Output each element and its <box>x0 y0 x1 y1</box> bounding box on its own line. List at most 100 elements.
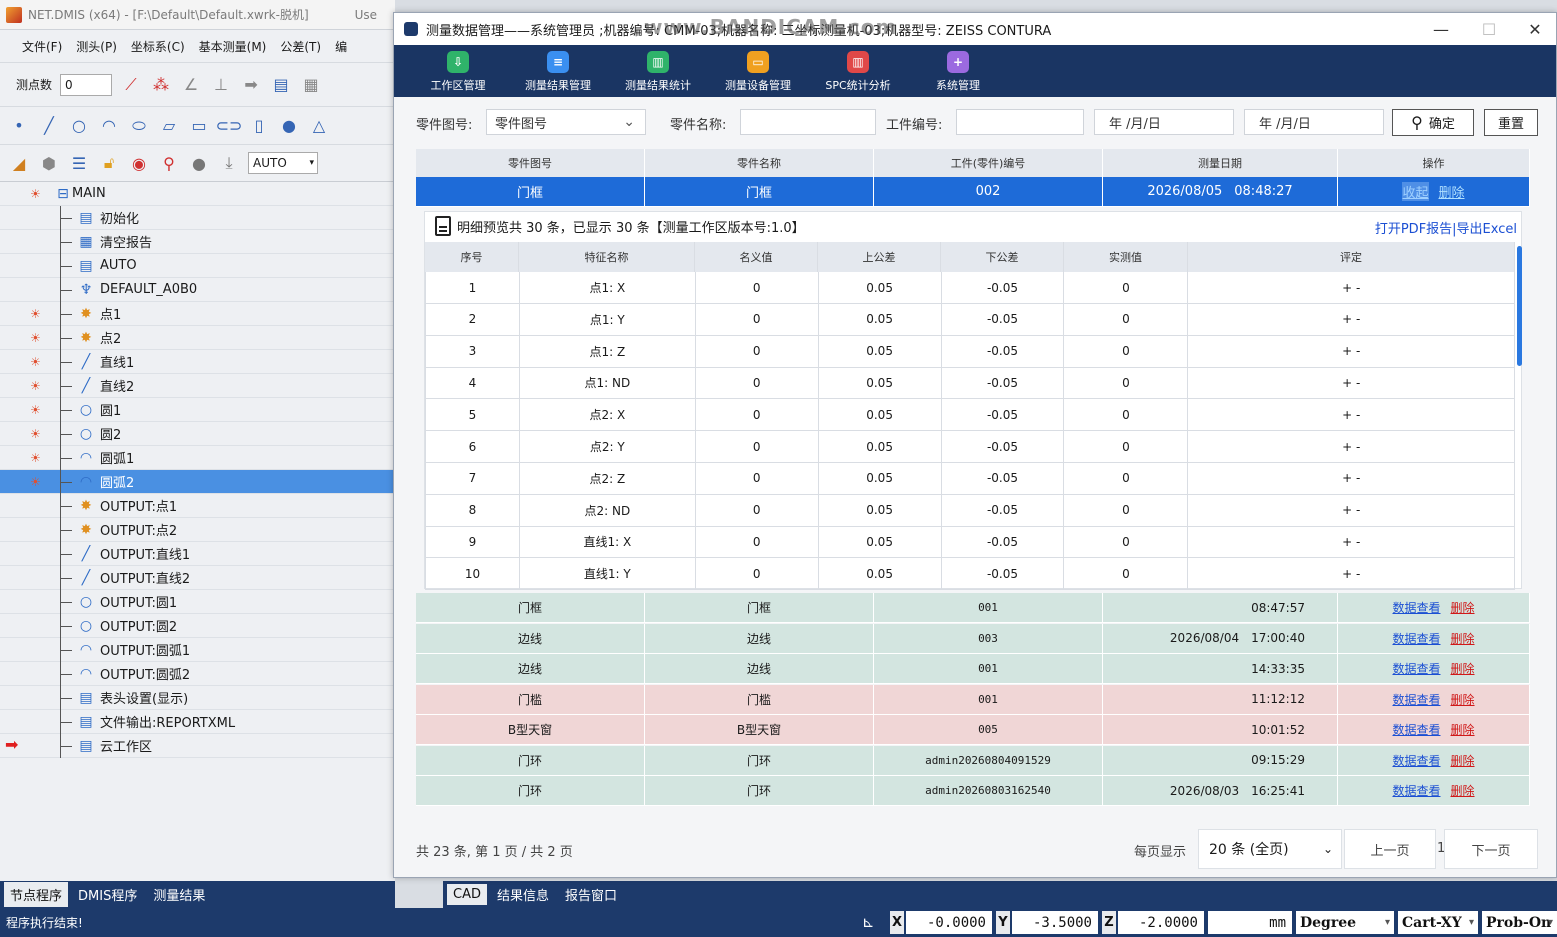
tree-item[interactable]: ☀ ✸ 点1 <box>0 302 393 326</box>
tab-cad[interactable]: CAD <box>447 884 487 905</box>
list-icon[interactable]: ☰ <box>68 152 90 174</box>
delete-link[interactable]: 删除 <box>1451 721 1475 738</box>
lock-icon[interactable]: 🔓︎ <box>98 152 120 174</box>
next-page-button[interactable]: 下一页 <box>1444 829 1538 869</box>
tree-item[interactable]: ╱ OUTPUT:直线2 <box>0 566 393 590</box>
toolbar-button[interactable]: ⇩ 工作区管理 <box>408 45 508 97</box>
tree-item[interactable]: ✸ OUTPUT:点2 <box>0 518 393 542</box>
collapse-link[interactable]: 收起 <box>1402 182 1429 201</box>
tree-item[interactable]: ☀ ⊟ MAIN <box>0 182 393 206</box>
menu-edit[interactable]: 编 <box>335 38 347 55</box>
move-icon[interactable]: ➡ <box>240 74 262 96</box>
detail-scrollbar[interactable] <box>1517 246 1522 366</box>
table-row-selected[interactable]: 门框 门框 002 2026/08/05 08:48:27 收起 删除 <box>416 177 1530 207</box>
table-row[interactable]: 门槛 门槛 001 11:12:12 数据查看 删除 <box>416 684 1530 715</box>
sphere-feature-icon[interactable]: ● <box>278 115 300 137</box>
tree-item[interactable]: ▤ 云工作区 <box>0 734 393 758</box>
tree-item[interactable]: ☀ ╱ 直线2 <box>0 374 393 398</box>
work-no-input[interactable] <box>956 109 1084 135</box>
tree-item[interactable]: ▤ 文件输出:REPORTXML <box>0 710 393 734</box>
date-from-input[interactable]: 年 /月/日 <box>1094 109 1234 135</box>
xyz-icon[interactable]: ▤ <box>270 74 292 96</box>
detail-links[interactable]: 打开PDF报告|导出Excel <box>1375 218 1517 237</box>
detail-row[interactable]: 3 点1: Z 0 0.05 -0.05 0 + - <box>425 335 1516 368</box>
bulb-icon[interactable]: ☀ <box>30 331 44 345</box>
table-row[interactable]: 门环 门环 admin20260803162540 2026/08/03 16:25:4… <box>416 776 1530 806</box>
view-data-link[interactable]: 数据查看 <box>1392 660 1440 677</box>
slot-feature-icon[interactable]: ⊂⊃ <box>216 115 243 137</box>
tree-item[interactable]: ○ OUTPUT:圆1 <box>0 590 393 614</box>
detail-row[interactable]: 4 点1: ND 0 0.05 -0.05 0 + - <box>425 367 1516 400</box>
table-row[interactable]: 边线 边线 003 2026/08/04 17:00:40 数据查看 删除 <box>416 623 1530 654</box>
tree-item[interactable]: ☀ ◠ 圆弧2 <box>0 470 393 494</box>
tree-item[interactable]: ☀ ╱ 直线1 <box>0 350 393 374</box>
bulb-icon[interactable]: ☀ <box>30 187 44 201</box>
detail-row[interactable]: 8 点2: ND 0 0.05 -0.05 0 + - <box>425 494 1516 527</box>
menu-tolerance[interactable]: 公差(T) <box>280 38 321 55</box>
view-data-link[interactable]: 数据查看 <box>1392 691 1440 708</box>
tree-item[interactable]: ▤ 表头设置(显示) <box>0 686 393 710</box>
down-arrow-icon[interactable]: ⤓ <box>218 152 240 174</box>
tree-item[interactable]: ▤ 初始化 <box>0 206 393 230</box>
tab-measure-result[interactable]: 测量结果 <box>147 882 211 907</box>
part-name-input[interactable] <box>740 109 876 135</box>
bulb-icon[interactable]: ☀ <box>30 355 44 369</box>
confirm-button[interactable]: ⚲ 确定 <box>1392 109 1474 136</box>
prev-page-button[interactable]: 上一页 <box>1344 829 1436 869</box>
probe-select[interactable]: Prob-On ▾ <box>1482 911 1557 934</box>
sphere-small-icon[interactable]: ● <box>188 152 210 174</box>
delete-link[interactable]: 删除 <box>1451 660 1475 677</box>
detail-row[interactable]: 2 点1: Y 0 0.05 -0.05 0 + - <box>425 303 1516 336</box>
bulb-icon[interactable]: ☀ <box>30 475 44 489</box>
tree-item[interactable]: ◠ OUTPUT:圆弧1 <box>0 638 393 662</box>
menu-file[interactable]: 文件(F) <box>22 38 62 55</box>
cylinder-feature-icon[interactable]: ▯ <box>248 115 270 137</box>
table-row[interactable]: 门框 门框 001 08:47:57 数据查看 删除 <box>416 593 1530 623</box>
delete-link[interactable]: 删除 <box>1451 599 1475 616</box>
point-count-input[interactable]: 0 <box>60 73 113 96</box>
point-feature-icon[interactable]: • <box>8 115 30 137</box>
menu-probe[interactable]: 测头(P) <box>76 38 117 55</box>
per-page-select[interactable]: 20 条 (全页) ⌄ <box>1198 829 1342 869</box>
date-to-input[interactable]: 年 /月/日 <box>1244 109 1384 135</box>
angle-icon[interactable]: ∠ <box>180 74 202 96</box>
rect-feature-icon[interactable]: ▭ <box>188 115 210 137</box>
delete-link[interactable]: 删除 <box>1439 182 1465 201</box>
maximize-icon[interactable]: ☐ <box>1466 13 1512 45</box>
detail-row[interactable]: 6 点2: Y 0 0.05 -0.05 0 + - <box>425 431 1516 463</box>
tab-dmis-program[interactable]: DMIS程序 <box>72 882 143 907</box>
delete-link[interactable]: 删除 <box>1451 630 1475 647</box>
report-icon[interactable]: ▦ <box>300 74 322 96</box>
menu-measure[interactable]: 基本测量(M) <box>199 38 267 55</box>
scatter-icon[interactable]: ⁂ <box>150 74 172 96</box>
bulb-icon[interactable]: ☀ <box>30 307 44 321</box>
angle-select[interactable]: Degree ▾ <box>1296 911 1394 934</box>
detail-row[interactable]: 1 点1: X 0 0.05 -0.05 0 + - <box>425 272 1516 304</box>
stop-icon[interactable]: ⬢ <box>38 152 60 174</box>
tree-item[interactable]: ☀ ○ 圆2 <box>0 422 393 446</box>
detail-row[interactable]: 7 点2: Z 0 0.05 -0.05 0 + - <box>425 462 1516 495</box>
brush-icon[interactable]: ⟋ <box>120 74 142 96</box>
pin-icon[interactable]: ⚲ <box>158 152 180 174</box>
coord-select[interactable]: Cart-XY ▾ <box>1398 911 1478 934</box>
close-icon[interactable]: ✕ <box>1512 13 1557 45</box>
arc-feature-icon[interactable]: ◠ <box>98 115 120 137</box>
minimize-icon[interactable]: — <box>1418 13 1464 45</box>
tree-item[interactable]: ▦ 清空报告 <box>0 230 393 254</box>
detail-row[interactable]: 5 点2: X 0 0.05 -0.05 0 + - <box>425 399 1516 432</box>
detail-row[interactable]: 10 直线1: Y 0 0.05 -0.05 0 + - <box>425 558 1516 591</box>
view-data-link[interactable]: 数据查看 <box>1392 752 1440 769</box>
toolbar-button[interactable]: + 系统管理 <box>908 45 1008 97</box>
tree-item[interactable]: ☀ ◠ 圆弧1 <box>0 446 393 470</box>
line-feature-icon[interactable]: ╱ <box>38 115 60 137</box>
tree-item[interactable]: ╱ OUTPUT:直线1 <box>0 542 393 566</box>
bulb-icon[interactable]: ☀ <box>30 427 44 441</box>
tree-item[interactable]: ▤ AUTO <box>0 254 393 278</box>
toolbar-button[interactable]: ≡ 测量结果管理 <box>508 45 608 97</box>
tab-result-info[interactable]: 结果信息 <box>491 882 555 907</box>
tree-item[interactable]: ✸ OUTPUT:点1 <box>0 494 393 518</box>
chart-tool-icon[interactable]: ◢ <box>8 152 30 174</box>
toolbar-button[interactable]: ▭ 测量设备管理 <box>708 45 808 97</box>
tree-item[interactable]: ♆ DEFAULT_A0B0 <box>0 278 393 302</box>
view-data-link[interactable]: 数据查看 <box>1392 782 1440 799</box>
